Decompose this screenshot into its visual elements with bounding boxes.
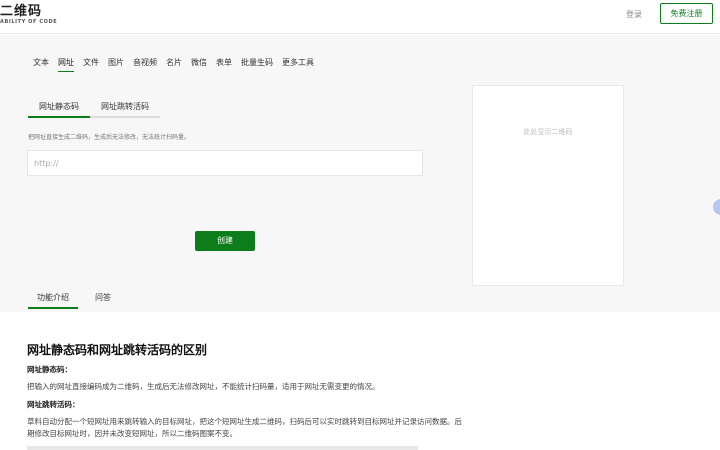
qr-placeholder-text: 此处显示二维码 <box>523 128 573 136</box>
tab-more-tools[interactable]: 更多工具 <box>282 57 314 72</box>
qr-preview-box: 此处显示二维码 <box>472 85 624 286</box>
tab-file[interactable]: 文件 <box>83 57 99 72</box>
tab-static-url-code[interactable]: 网址静态码 <box>28 101 90 118</box>
mode-hint: 把网址直接生成二维码，生成后无法修改，无法统计扫码量。 <box>28 134 191 141</box>
section-heading-dynamic: 网址跳转活码： <box>27 400 80 409</box>
tab-audio-video[interactable]: 音视频 <box>133 57 157 72</box>
section-text-static: 把输入的网址直接编码成为二维码，生成后无法修改网址，不能统计扫码量，适用于网址无… <box>27 382 380 391</box>
tab-wechat[interactable]: 微信 <box>191 57 207 72</box>
tab-form[interactable]: 表单 <box>216 57 232 72</box>
tab-faq[interactable]: 问答 <box>86 292 120 309</box>
horizontal-scrollbar[interactable] <box>27 446 418 450</box>
tab-text[interactable]: 文本 <box>33 57 49 72</box>
tab-business-card[interactable]: 名片 <box>166 57 182 72</box>
feature-article: 网址静态码和网址跳转活码的区别 网址静态码： 把输入的网址直接编码成为二维码，生… <box>27 343 467 440</box>
article-title: 网址静态码和网址跳转活码的区别 <box>27 343 208 357</box>
url-input[interactable] <box>27 150 423 176</box>
top-header: 二维码 ABILITY OF CODE 登录 免费注册 <box>0 0 720 34</box>
section-text-dynamic: 草料自动分配一个短网址用来跳转输入的目标网址，把这个短网址生成二维码，扫码后可以… <box>27 417 462 438</box>
section-heading-static: 网址静态码： <box>27 365 72 374</box>
url-mode-tabs: 网址静态码 网址跳转活码 <box>28 101 160 118</box>
tab-url[interactable]: 网址 <box>58 57 74 72</box>
login-link[interactable]: 登录 <box>626 9 642 20</box>
site-logo[interactable]: 二维码 ABILITY OF CODE <box>0 5 57 26</box>
create-button[interactable]: 创建 <box>195 231 255 251</box>
signup-button[interactable]: 免费注册 <box>660 3 713 24</box>
tab-batch[interactable]: 批量生码 <box>241 57 273 72</box>
tab-image[interactable]: 图片 <box>108 57 124 72</box>
generator-panel: 文本 网址 文件 图片 音视频 名片 微信 表单 批量生码 更多工具 网址静态码… <box>0 35 720 312</box>
logo-text: 二维码 <box>0 4 43 19</box>
info-tabs: 功能介绍 问答 <box>28 292 128 309</box>
tab-feature-intro[interactable]: 功能介绍 <box>28 292 78 309</box>
logo-subtitle: ABILITY OF CODE <box>0 19 58 25</box>
tab-dynamic-url-code[interactable]: 网址跳转活码 <box>90 101 160 118</box>
content-type-tabs: 文本 网址 文件 图片 音视频 名片 微信 表单 批量生码 更多工具 <box>33 57 323 72</box>
